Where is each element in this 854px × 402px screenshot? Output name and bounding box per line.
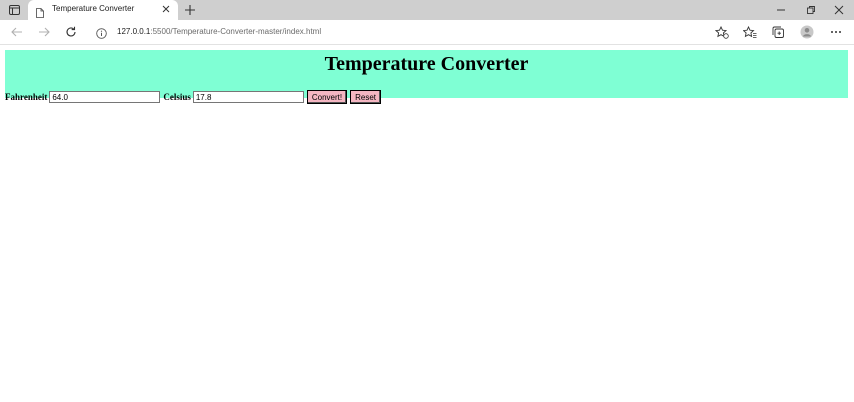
convert-button[interactable]: Convert! (306, 90, 348, 104)
more-options-icon[interactable] (828, 24, 844, 40)
celsius-label: Celsius (163, 92, 191, 102)
header-banner: Temperature Converter Fahrenheit Celsius… (5, 50, 848, 104)
address-bar[interactable]: 127.0.0.1:5500/Temperature-Converter-mas… (90, 23, 742, 41)
site-info-icon[interactable] (96, 26, 108, 39)
tab-actions-icon[interactable] (6, 3, 22, 17)
url-text: 127.0.0.1:5500/Temperature-Converter-mas… (117, 27, 321, 36)
profile-avatar-icon[interactable] (799, 24, 815, 40)
browser-toolbar: 127.0.0.1:5500/Temperature-Converter-mas… (0, 20, 854, 45)
back-arrow-icon[interactable] (9, 25, 25, 39)
restore-icon[interactable] (796, 0, 826, 20)
forward-arrow-icon[interactable] (36, 25, 52, 39)
add-favorite-icon[interactable] (714, 24, 730, 40)
url-path: :5500/Temperature-Converter-master/index… (150, 27, 322, 36)
new-tab-icon[interactable] (183, 3, 197, 17)
url-host: 127.0.0.1 (117, 27, 151, 36)
tab-title: Temperature Converter (52, 4, 135, 13)
close-tab-icon[interactable] (160, 3, 172, 15)
converter-form: Fahrenheit Celsius Convert! Reset (5, 90, 381, 104)
minimize-icon[interactable] (766, 0, 796, 20)
tab-strip: Temperature Converter (0, 0, 854, 20)
fahrenheit-label: Fahrenheit (5, 92, 48, 102)
refresh-icon[interactable] (63, 25, 79, 39)
favorites-icon[interactable] (742, 24, 758, 40)
reset-button[interactable]: Reset (350, 90, 381, 104)
celsius-input[interactable] (192, 91, 304, 103)
close-window-icon[interactable] (824, 0, 854, 20)
fahrenheit-input[interactable] (49, 91, 161, 103)
page-title: Temperature Converter (324, 53, 529, 75)
collections-icon[interactable] (771, 24, 787, 40)
page-content: Temperature Converter Fahrenheit Celsius… (0, 45, 854, 402)
page-icon (36, 5, 44, 18)
browser-tab[interactable]: Temperature Converter (28, 0, 178, 20)
